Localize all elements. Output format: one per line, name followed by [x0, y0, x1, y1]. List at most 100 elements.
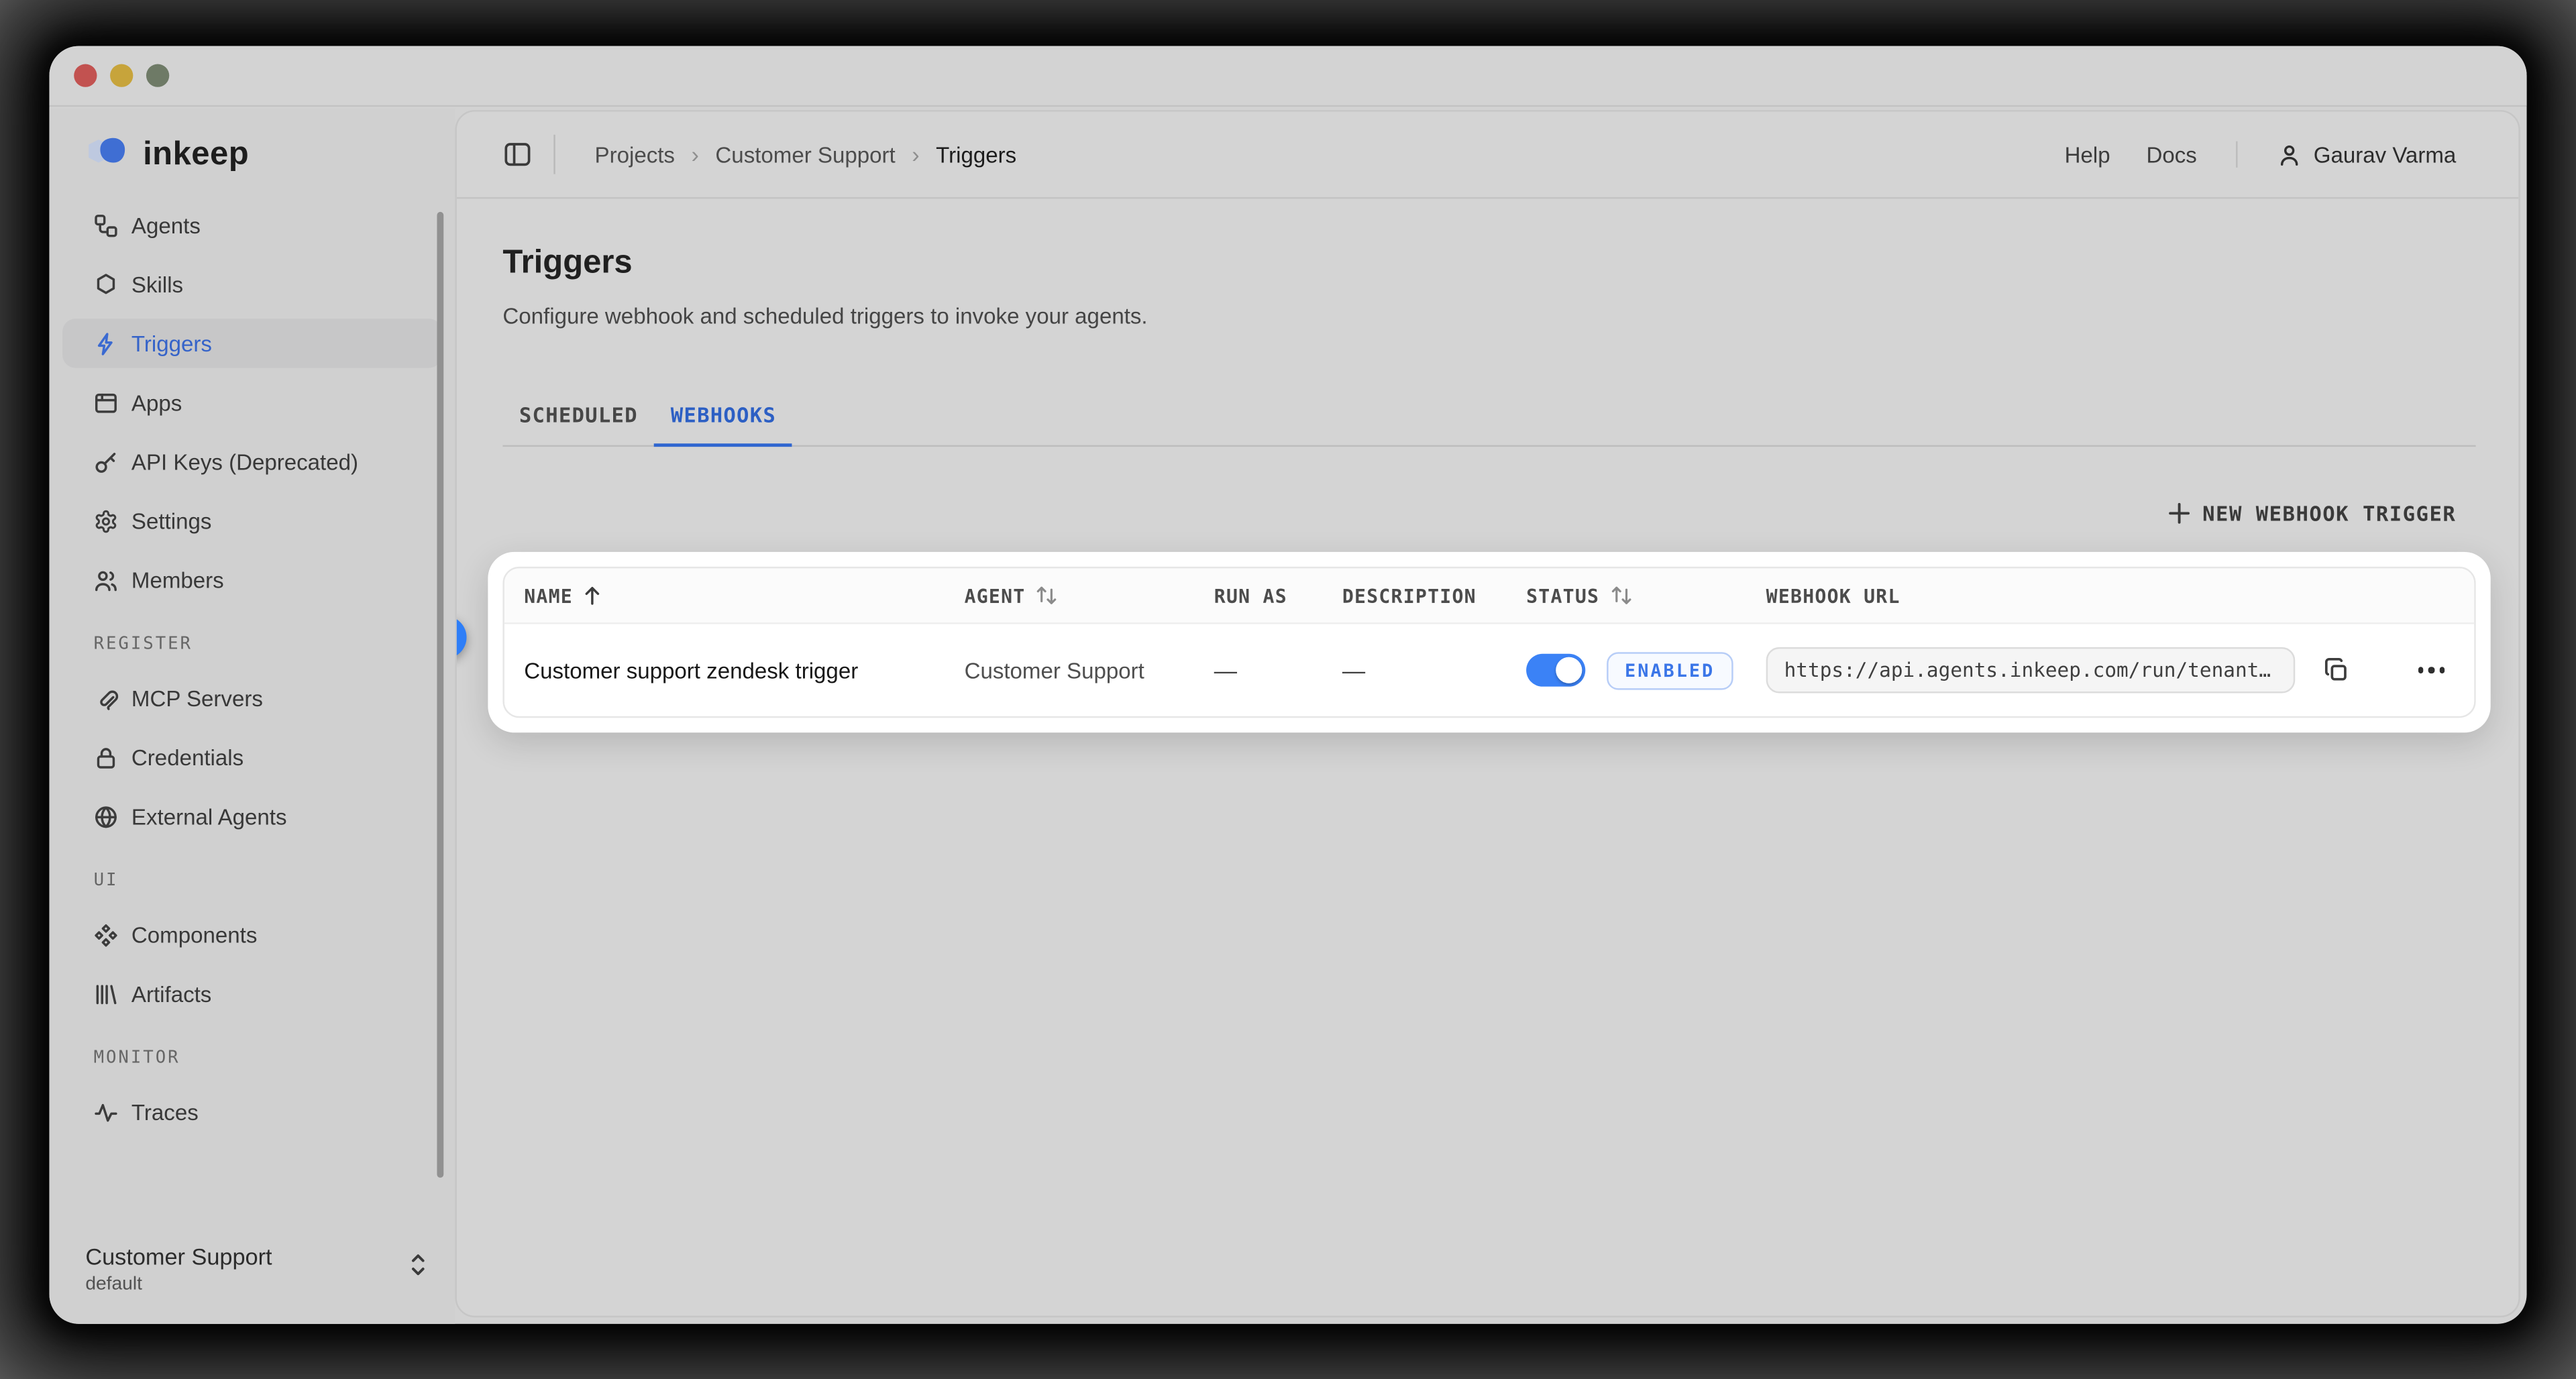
new-webhook-trigger-button[interactable]: NEW WEBHOOK TRIGGER: [2168, 501, 2457, 526]
gear-icon: [94, 508, 119, 533]
sidebar-section-monitor: MONITOR: [62, 1048, 442, 1074]
sidebar-item-skills[interactable]: Skills: [62, 260, 442, 309]
app-body: inkeep Agents: [49, 109, 2526, 1324]
header-divider: [2237, 142, 2238, 168]
breadcrumb-project[interactable]: Customer Support: [715, 142, 895, 167]
sidebar-item-label: Triggers: [131, 331, 212, 355]
table-header-row: NAME AGENT: [504, 568, 2474, 624]
sort-both-icon: [1609, 585, 1632, 606]
status-toggle[interactable]: [1526, 654, 1585, 687]
triggers-icon: [94, 331, 119, 355]
column-label: RUN AS: [1214, 584, 1287, 607]
status-badge: ENABLED: [1607, 651, 1733, 689]
graph-name: default: [85, 1274, 272, 1294]
sidebar-item-mcp-servers[interactable]: MCP Servers: [62, 673, 442, 722]
logo[interactable]: inkeep: [49, 128, 455, 180]
annotation-badge: 1: [455, 616, 466, 659]
header-divider: [553, 135, 555, 174]
sidebar-item-api-keys[interactable]: API Keys (Deprecated): [62, 437, 442, 486]
sidebar-section-ui: UI: [62, 871, 442, 897]
skills-icon: [94, 272, 119, 296]
sidebar-section-register: REGISTER: [62, 634, 442, 660]
column-header-agent[interactable]: AGENT: [945, 584, 1194, 607]
minimize-window-button[interactable]: [110, 64, 133, 87]
toggle-knob: [1556, 657, 1582, 683]
column-label: DESCRIPTION: [1342, 584, 1477, 607]
header-actions: Help Docs Gaurav Varma: [2065, 142, 2457, 168]
sidebar-item-settings[interactable]: Settings: [62, 496, 442, 545]
screen: inkeep Agents: [0, 0, 2576, 1379]
triggers-table-highlight: 1 NAME: [488, 552, 2490, 732]
trigger-name-cell: Customer support zendesk trigger: [504, 658, 945, 683]
chevrons-up-down-icon: [407, 1250, 429, 1288]
zoom-window-button[interactable]: [146, 64, 169, 87]
activity-icon: [94, 1100, 119, 1125]
components-icon: [94, 922, 119, 947]
sidebar-item-label: Traces: [131, 1100, 199, 1125]
sidebar-item-label: Artifacts: [131, 981, 211, 1006]
row-actions-menu[interactable]: [2418, 667, 2445, 673]
sidebar-item-traces[interactable]: Traces: [62, 1087, 442, 1136]
column-header-name[interactable]: NAME: [504, 584, 945, 607]
sort-asc-icon: [583, 586, 601, 605]
column-label: NAME: [524, 584, 573, 607]
mcp-icon: [94, 685, 119, 710]
copy-icon[interactable]: [2323, 657, 2349, 683]
sidebar-item-label: Components: [131, 922, 257, 947]
page-subtitle: Configure webhook and scheduled triggers…: [502, 304, 2475, 329]
app-window: inkeep Agents: [49, 46, 2526, 1324]
main-header: Projects › Customer Support › Triggers H…: [457, 112, 2518, 199]
tab-scheduled[interactable]: SCHEDULED: [502, 402, 654, 445]
sort-both-icon: [1035, 585, 1058, 606]
user-icon: [2277, 142, 2302, 167]
trigger-status-cell: ENABLED: [1507, 651, 1747, 689]
project-switcher[interactable]: Customer Support default: [85, 1244, 429, 1294]
page-content: Triggers Configure webhook and scheduled…: [457, 199, 2518, 732]
user-name: Gaurav Varma: [2314, 142, 2457, 167]
agents-icon: [94, 213, 119, 237]
sidebar-item-members[interactable]: Members: [62, 555, 442, 604]
globe-icon: [94, 804, 119, 829]
page-title: Triggers: [502, 243, 2475, 284]
sidebar-item-triggers[interactable]: Triggers: [62, 319, 442, 368]
sidebar-nav: Agents Skills: [49, 201, 455, 1137]
column-header-status[interactable]: STATUS: [1507, 584, 1747, 607]
column-label: STATUS: [1526, 584, 1599, 607]
sidebar-item-label: Members: [131, 567, 224, 592]
sidebar-scrollbar[interactable]: [437, 212, 443, 1178]
breadcrumb-projects[interactable]: Projects: [595, 142, 675, 167]
trigger-agent-cell: Customer Support: [945, 658, 1194, 683]
sidebar-item-apps[interactable]: Apps: [62, 378, 442, 427]
tab-webhooks[interactable]: WEBHOOKS: [654, 402, 792, 445]
logo-wordmark: inkeep: [143, 135, 249, 173]
lock-icon: [94, 745, 119, 770]
key-icon: [94, 449, 119, 474]
user-menu[interactable]: Gaurav Varma: [2277, 142, 2456, 167]
project-name: Customer Support: [85, 1244, 272, 1270]
breadcrumb-current: Triggers: [936, 142, 1016, 167]
column-header-description: DESCRIPTION: [1322, 584, 1506, 607]
sidebar-item-credentials[interactable]: Credentials: [62, 732, 442, 781]
sidebar-item-label: API Keys (Deprecated): [131, 449, 358, 474]
column-label: AGENT: [965, 584, 1026, 607]
plus-icon: [2168, 502, 2190, 524]
sidebar-item-components[interactable]: Components: [62, 910, 442, 959]
sidebar-item-external-agents[interactable]: External Agents: [62, 791, 442, 840]
sidebar-toggle-button[interactable]: [502, 140, 532, 169]
help-link[interactable]: Help: [2065, 142, 2110, 167]
docs-link[interactable]: Docs: [2147, 142, 2197, 167]
sidebar: inkeep Agents: [49, 109, 455, 1324]
sidebar-item-artifacts[interactable]: Artifacts: [62, 969, 442, 1018]
trigger-description-cell: —: [1322, 657, 1506, 683]
webhook-triggers-table: NAME AGENT: [502, 567, 2475, 718]
sidebar-item-agents[interactable]: Agents: [62, 201, 442, 250]
close-window-button[interactable]: [74, 64, 97, 87]
sidebar-item-label: MCP Servers: [131, 685, 263, 710]
column-header-run-as: RUN AS: [1194, 584, 1322, 607]
breadcrumb-separator: ›: [691, 142, 698, 168]
trigger-run-as-cell: —: [1194, 657, 1322, 683]
sidebar-item-label: Apps: [131, 390, 182, 415]
table-row[interactable]: Customer support zendesk trigger Custome…: [504, 624, 2474, 716]
webhook-url-field[interactable]: https://api.agents.inkeep.com/run/tenant…: [1766, 647, 2296, 694]
sidebar-item-label: External Agents: [131, 804, 287, 829]
